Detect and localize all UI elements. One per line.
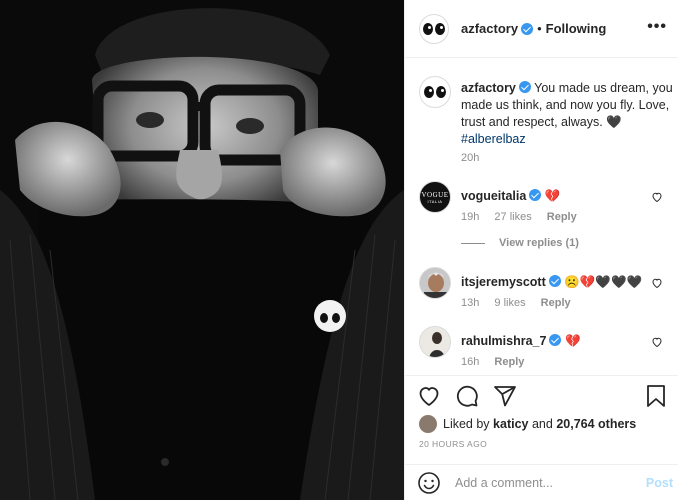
comment-time[interactable]: 16h	[461, 356, 479, 368]
comment-meta: 19h 27 likes Reply	[461, 211, 589, 223]
more-horizontal-icon[interactable]: •••	[647, 19, 667, 35]
replies-line	[461, 242, 485, 244]
liker-username[interactable]: katicy	[493, 417, 528, 431]
post-actions: Liked by katicy and 20,764 others 20 HOU…	[405, 375, 678, 500]
comment-body: ☹️💔🖤🖤🖤	[564, 275, 643, 289]
comment-text: vogueitalia 💔	[461, 188, 675, 205]
comment-likes[interactable]: 9 likes	[494, 297, 525, 309]
heart-icon[interactable]	[651, 277, 663, 289]
post-timestamp[interactable]: 20 HOURS AGO	[419, 439, 487, 449]
author-avatar[interactable]	[419, 13, 449, 44]
avatar-logo-text: VOGUE	[421, 190, 449, 199]
verified-badge-icon	[549, 334, 562, 346]
action-icons	[417, 384, 517, 408]
likes-summary: Liked by katicy and 20,764 others	[419, 415, 636, 433]
heart-icon[interactable]	[651, 336, 663, 348]
likes-prefix: Liked by	[443, 417, 490, 431]
verified-badge-icon	[518, 81, 531, 93]
following-button[interactable]: Following	[546, 21, 607, 36]
comment-text: rahulmishra_7 💔	[461, 333, 675, 350]
comment-input[interactable]	[455, 476, 635, 490]
caption-time-text[interactable]: 20h	[461, 152, 479, 164]
post-comment-button[interactable]: Post	[646, 476, 673, 490]
caption-time: 20h	[461, 152, 491, 164]
view-replies-button[interactable]: View replies (1)	[461, 237, 579, 249]
comment-body: 💔	[564, 334, 581, 348]
avatar-logo-subtext: ITALIA	[427, 198, 443, 204]
comment-time[interactable]: 19h	[461, 211, 479, 223]
comment-time[interactable]: 13h	[461, 297, 479, 309]
view-replies-label: View replies (1)	[499, 237, 579, 249]
comments-list[interactable]: azfactory You made us dream, you made us…	[405, 59, 678, 375]
bookmark-button[interactable]	[645, 384, 667, 408]
reply-button[interactable]: Reply	[541, 297, 571, 309]
comment-icon[interactable]	[455, 384, 479, 408]
comment-username[interactable]: vogueitalia	[461, 189, 526, 203]
likes-and: and	[531, 417, 553, 431]
instagram-post: azfactory • Following ••• azfactory You …	[0, 0, 678, 500]
bookmark-icon	[647, 385, 665, 407]
comment-meta: 16h Reply	[461, 356, 536, 368]
post-side-panel: azfactory • Following ••• azfactory You …	[404, 0, 678, 500]
commenter-avatar[interactable]	[419, 326, 451, 358]
comment-likes[interactable]: 27 likes	[494, 211, 531, 223]
caption-username[interactable]: azfactory	[461, 81, 516, 95]
comment-username[interactable]: rahulmishra_7	[461, 334, 546, 348]
verified-badge-icon	[548, 275, 561, 287]
comment-username[interactable]: itsjeremyscott	[461, 275, 546, 289]
reply-button[interactable]: Reply	[547, 211, 577, 223]
post-header: azfactory • Following •••	[405, 0, 678, 58]
header-separator: •	[537, 21, 542, 36]
heart-icon[interactable]	[651, 191, 663, 203]
commenter-avatar[interactable]	[419, 267, 451, 299]
avatar-photo	[420, 327, 450, 357]
emoji-icon[interactable]	[417, 471, 441, 495]
comment-meta: 13h 9 likes Reply	[461, 297, 583, 309]
eyes-logo-icon	[424, 86, 446, 98]
portrait-image	[0, 0, 404, 500]
verified-badge-icon	[529, 189, 542, 201]
comment-body: 💔	[544, 189, 561, 203]
post-photo[interactable]	[0, 0, 404, 500]
likes-count[interactable]: 20,764 others	[556, 417, 636, 431]
caption-text: azfactory You made us dream, you made us…	[461, 80, 675, 148]
liker-avatar[interactable]	[419, 415, 437, 433]
caption-avatar[interactable]	[419, 76, 451, 108]
reply-button[interactable]: Reply	[494, 356, 524, 368]
commenter-avatar[interactable]: VOGUE ITALIA	[419, 181, 451, 213]
eyes-logo-icon	[423, 22, 445, 35]
hashtag-link[interactable]: #alberelbaz	[461, 132, 526, 146]
comment-text: itsjeremyscott ☹️💔🖤🖤🖤	[461, 274, 675, 291]
verified-badge-icon	[521, 22, 534, 35]
heart-icon[interactable]	[417, 384, 441, 408]
author-username[interactable]: azfactory	[461, 21, 518, 36]
avatar-photo	[420, 268, 450, 298]
share-icon[interactable]	[493, 384, 517, 408]
comment-box: Post	[405, 464, 678, 500]
